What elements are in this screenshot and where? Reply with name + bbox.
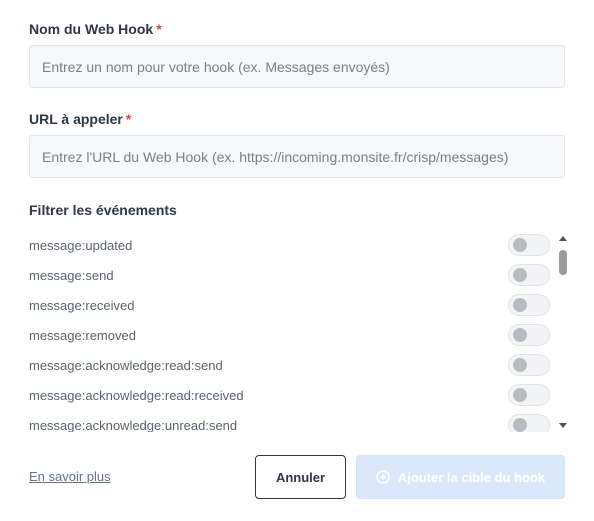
event-toggle[interactable]	[508, 264, 550, 286]
event-name: message:removed	[29, 328, 136, 343]
toggle-knob	[513, 298, 527, 312]
event-name: message:acknowledge:read:send	[29, 358, 223, 373]
scroll-thumb[interactable]	[559, 250, 567, 275]
url-field-label-text: URL à appeler	[29, 111, 123, 127]
required-asterisk: *	[156, 21, 162, 37]
webhook-url-input[interactable]	[29, 135, 565, 178]
event-row: message:received	[29, 290, 551, 320]
event-row: message:acknowledge:unread:send	[29, 410, 551, 432]
event-toggle[interactable]	[508, 384, 550, 406]
event-toggle[interactable]	[508, 294, 550, 316]
learn-more-link[interactable]: En savoir plus	[29, 469, 111, 484]
scroll-down-arrow-icon[interactable]	[559, 423, 567, 428]
events-list[interactable]: message:updated message:send message:rec…	[29, 230, 571, 432]
toggle-knob	[513, 388, 527, 402]
event-row: message:acknowledge:read:send	[29, 350, 551, 380]
webhook-name-input[interactable]	[29, 45, 565, 88]
add-hook-target-button[interactable]: Ajouter la cible du hook	[356, 455, 565, 499]
toggle-knob	[513, 358, 527, 372]
plus-circle-icon	[376, 470, 390, 484]
name-field-label-text: Nom du Web Hook	[29, 21, 154, 37]
events-scrollbar[interactable]	[557, 236, 569, 428]
events-filter-title: Filtrer les événements	[29, 202, 177, 218]
event-toggle[interactable]	[508, 354, 550, 376]
add-hook-target-label: Ajouter la cible du hook	[397, 469, 546, 485]
event-row: message:updated	[29, 230, 551, 260]
event-row: message:acknowledge:read:received	[29, 380, 551, 410]
event-row: message:send	[29, 260, 551, 290]
toggle-knob	[513, 238, 527, 252]
toggle-knob	[513, 328, 527, 342]
event-toggle[interactable]	[508, 234, 550, 256]
url-field-label: URL à appeler *	[29, 111, 131, 127]
name-field-label: Nom du Web Hook *	[29, 21, 162, 37]
event-toggle[interactable]	[508, 414, 550, 432]
event-name: message:acknowledge:unread:send	[29, 418, 238, 432]
event-name: message:send	[29, 268, 114, 283]
toggle-knob	[513, 268, 527, 282]
event-toggle[interactable]	[508, 324, 550, 346]
event-row: message:removed	[29, 320, 551, 350]
scroll-up-arrow-icon[interactable]	[559, 236, 567, 241]
required-asterisk: *	[125, 111, 132, 127]
cancel-button[interactable]: Annuler	[255, 455, 346, 499]
event-name: message:updated	[29, 238, 133, 253]
toggle-knob	[513, 418, 527, 432]
event-name: message:received	[29, 298, 135, 313]
event-name: message:acknowledge:read:received	[29, 388, 244, 403]
